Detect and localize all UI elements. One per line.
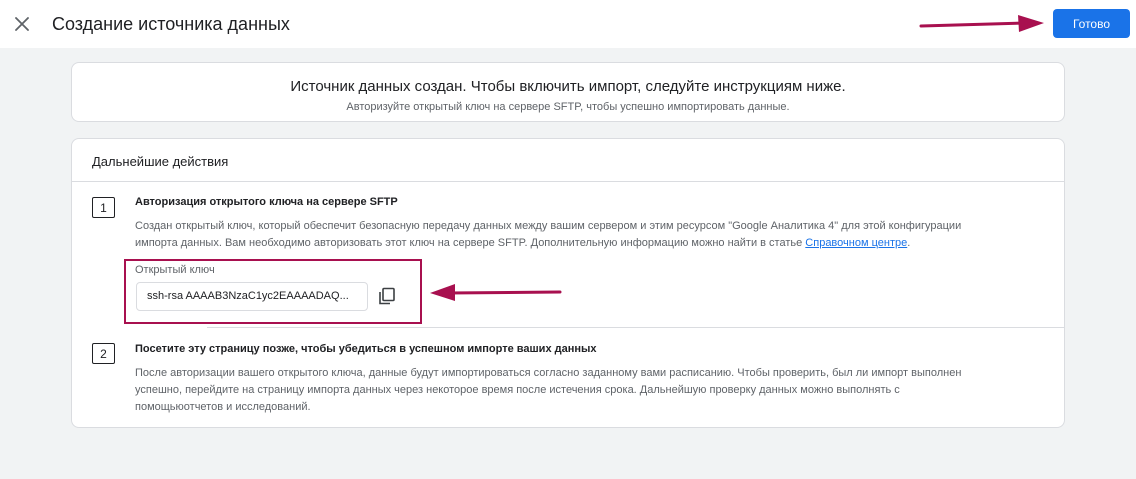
step-description-2-line1: После авторизации вашего открытого ключа… xyxy=(135,367,962,379)
close-icon xyxy=(15,17,29,31)
step-description-1-line2: импорта данных. Вам необходимо авторизов… xyxy=(135,235,1055,252)
public-key-label: Открытый ключ xyxy=(135,264,215,276)
status-message: Источник данных создан. Чтобы включить и… xyxy=(290,78,846,95)
step-description-1-text: импорта данных. Вам необходимо авторизов… xyxy=(135,237,806,249)
status-submessage: Авторизуйте открытый ключ на сервере SFT… xyxy=(346,101,790,113)
step-description-2: После авторизации вашего открытого ключа… xyxy=(135,365,1055,416)
next-steps-title: Дальнейшие действия xyxy=(92,154,229,169)
public-key-field[interactable]: ssh-rsa AAAAB3NzaC1yc2EAAAADAQ... xyxy=(136,282,368,311)
close-button[interactable] xyxy=(10,12,34,36)
help-center-link[interactable]: Справочном центре xyxy=(805,237,907,249)
step-divider xyxy=(207,327,1065,328)
step-title-2: Посетите эту страницу позже, чтобы убеди… xyxy=(135,343,597,355)
next-steps-card: Дальнейшие действия 1 Авторизация открыт… xyxy=(71,138,1065,428)
page-title: Создание источника данных xyxy=(52,14,290,34)
annotation-arrow-icon xyxy=(919,15,1044,32)
annotation-arrow-icon xyxy=(430,284,562,301)
done-button[interactable]: Готово xyxy=(1053,9,1130,38)
step-description-1: Создан открытый ключ, который обеспечит … xyxy=(135,218,1055,252)
status-card: Источник данных создан. Чтобы включить и… xyxy=(71,62,1065,122)
next-steps-header: Дальнейшие действия xyxy=(72,139,1064,182)
step-title-1: Авторизация открытого ключа на сервере S… xyxy=(135,196,398,208)
step-description-2-line2: успешно, перейдите на страницу импорта д… xyxy=(135,384,900,396)
step-number-2: 2 xyxy=(92,343,115,364)
step-description-1-end: . xyxy=(907,237,911,249)
copy-key-button[interactable] xyxy=(375,284,399,308)
copy-icon xyxy=(379,287,395,305)
step-description-1-line1: Создан открытый ключ, который обеспечит … xyxy=(135,220,962,232)
step-description-2-line3: помощьюотчетов и исследований. xyxy=(135,401,311,413)
step-number-1: 1 xyxy=(92,197,115,218)
